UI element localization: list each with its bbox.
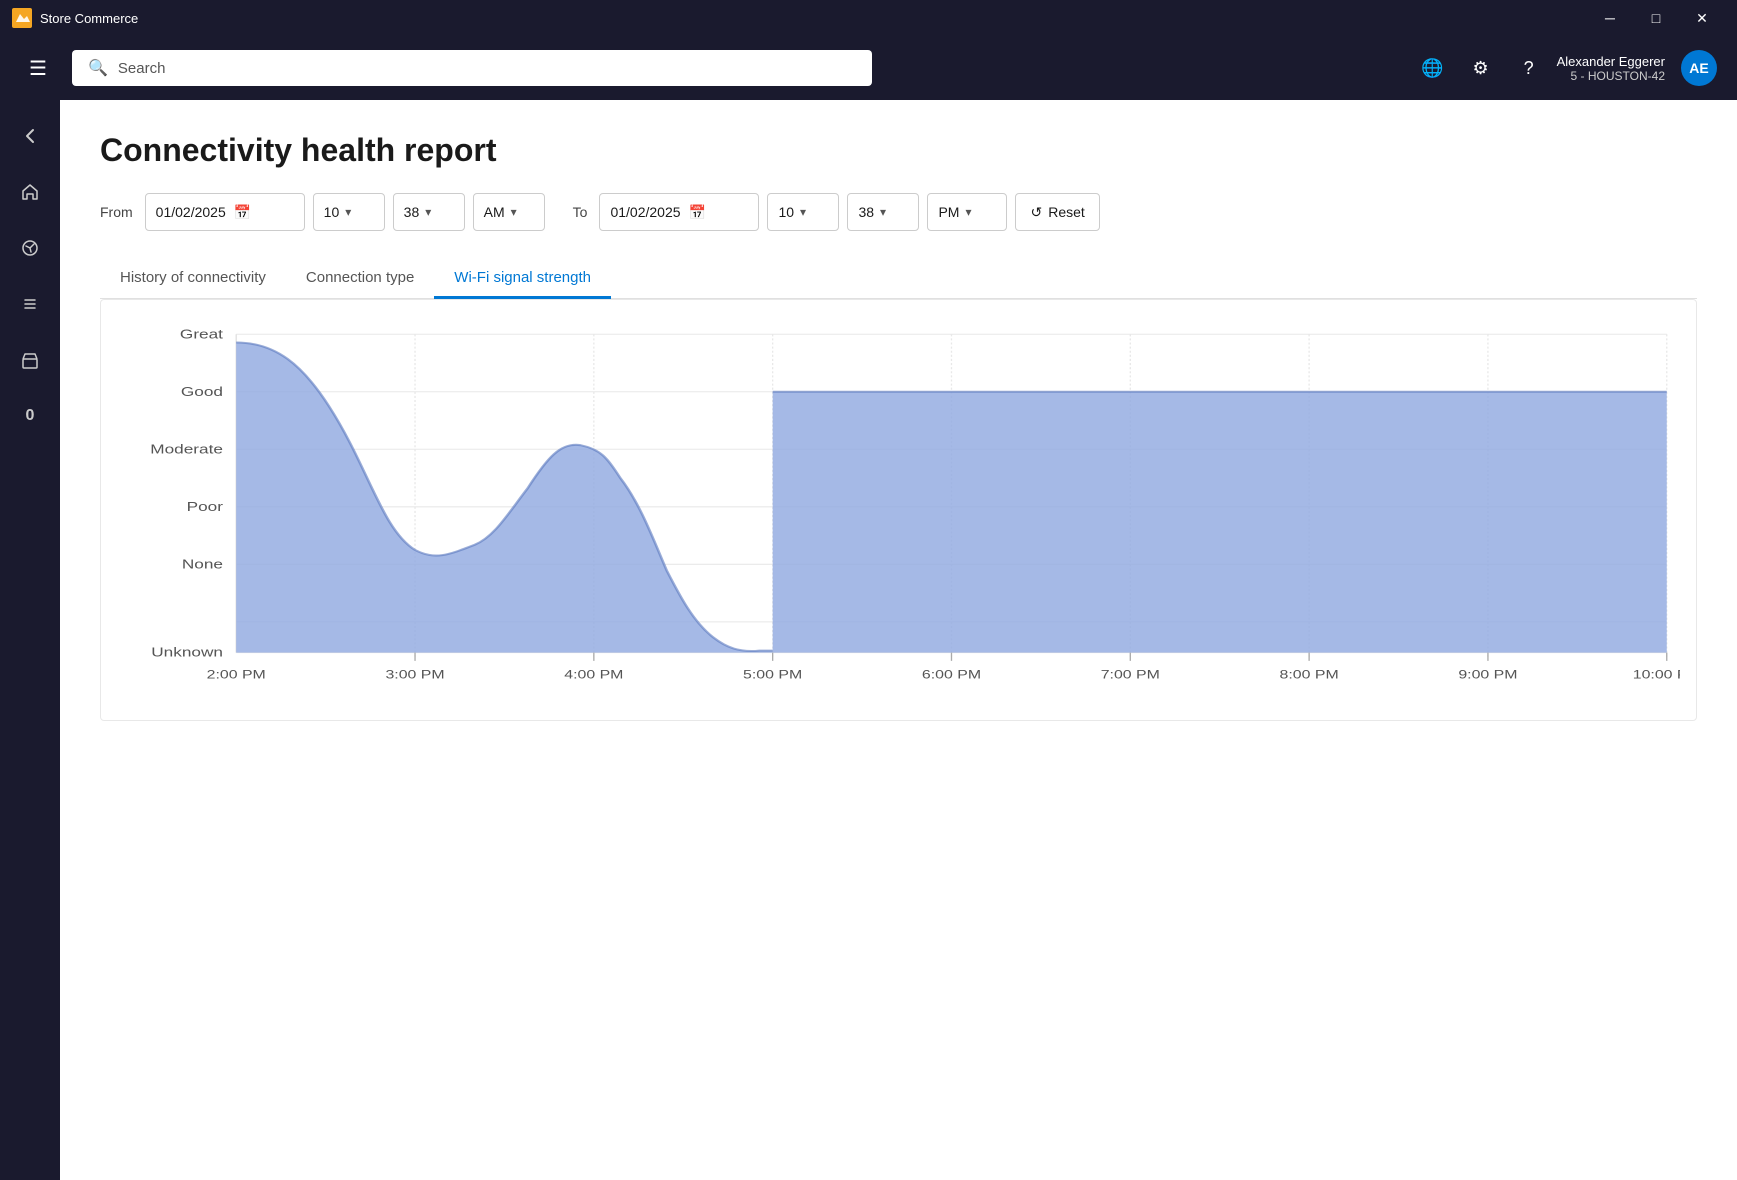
wifi-chart: Great Good Moderate Poor None Unknown [117, 324, 1680, 704]
tab-connection-label: Connection type [306, 269, 414, 286]
svg-text:Good: Good [181, 385, 223, 400]
to-min-value: 38 [858, 204, 874, 220]
svg-text:6:00 PM: 6:00 PM [922, 668, 981, 682]
from-hour-select[interactable]: 10 ▾ [313, 193, 385, 231]
top-bar-actions: 🌐 ⚙ ? Alexander Eggerer 5 - HOUSTON-42 A… [1413, 48, 1717, 88]
svg-text:Poor: Poor [187, 500, 223, 515]
tabs: History of connectivity Connection type … [100, 259, 1697, 299]
avatar[interactable]: AE [1681, 50, 1717, 86]
minimize-button[interactable]: ─ [1587, 0, 1633, 36]
search-placeholder: Search [118, 60, 856, 77]
settings-button[interactable]: ⚙ [1461, 48, 1501, 88]
title-bar: Store Commerce ─ □ ✕ [0, 0, 1737, 36]
sidebar-item-home[interactable] [6, 168, 54, 216]
svg-text:Unknown: Unknown [151, 645, 223, 660]
svg-text:Moderate: Moderate [150, 442, 223, 457]
hamburger-button[interactable]: ☰ [20, 50, 56, 86]
svg-text:7:00 PM: 7:00 PM [1101, 668, 1160, 682]
from-min-value: 38 [404, 204, 420, 220]
from-label: From [100, 204, 133, 220]
tab-history[interactable]: History of connectivity [100, 259, 286, 299]
help-button[interactable]: ? [1509, 48, 1549, 88]
user-name: Alexander Eggerer [1557, 54, 1665, 69]
tab-connection[interactable]: Connection type [286, 259, 434, 299]
globe-button[interactable]: 🌐 [1413, 48, 1453, 88]
app-logo [12, 8, 32, 28]
from-hour-chevron: ▾ [345, 205, 351, 219]
sidebar: 0 [0, 100, 60, 1180]
svg-text:10:00 PM: 10:00 PM [1633, 668, 1680, 682]
from-date-value: 01/02/2025 [156, 204, 226, 220]
tab-history-label: History of connectivity [120, 269, 266, 286]
to-label: To [573, 204, 588, 220]
content-area: Connectivity health report From 01/02/20… [60, 100, 1737, 1180]
from-min-chevron: ▾ [425, 205, 431, 219]
from-ampm-chevron: ▾ [511, 205, 517, 219]
from-ampm-select[interactable]: AM ▾ [473, 193, 545, 231]
svg-text:9:00 PM: 9:00 PM [1458, 668, 1517, 682]
app-shell: ☰ 🔍 Search 🌐 ⚙ ? Alexander Eggerer 5 - H… [0, 36, 1737, 1180]
search-icon: 🔍 [88, 58, 108, 78]
sidebar-item-list[interactable] [6, 280, 54, 328]
page-title: Connectivity health report [100, 132, 1697, 169]
from-min-select[interactable]: 38 ▾ [393, 193, 465, 231]
svg-text:3:00 PM: 3:00 PM [385, 668, 444, 682]
svg-text:5:00 PM: 5:00 PM [743, 668, 802, 682]
from-ampm-value: AM [484, 204, 505, 220]
svg-text:2:00 PM: 2:00 PM [207, 668, 266, 682]
to-ampm-chevron: ▾ [965, 205, 971, 219]
main-area: 0 Connectivity health report From 01/02/… [0, 100, 1737, 1180]
reset-label: Reset [1048, 204, 1085, 220]
from-date-icon: 📅 [234, 204, 251, 221]
svg-text:4:00 PM: 4:00 PM [564, 668, 623, 682]
sidebar-item-store[interactable] [6, 336, 54, 384]
user-info: Alexander Eggerer 5 - HOUSTON-42 [1557, 54, 1665, 83]
to-hour-chevron: ▾ [800, 205, 806, 219]
sidebar-item-analytics[interactable] [6, 224, 54, 272]
to-date-input[interactable]: 01/02/2025 📅 [599, 193, 759, 231]
from-date-input[interactable]: 01/02/2025 📅 [145, 193, 305, 231]
to-hour-select[interactable]: 10 ▾ [767, 193, 839, 231]
chart-container: Great Good Moderate Poor None Unknown [100, 299, 1697, 721]
reset-button[interactable]: ↺ Reset [1015, 193, 1099, 231]
to-date-icon: 📅 [689, 204, 706, 221]
reset-icon: ↺ [1030, 204, 1042, 221]
svg-text:None: None [182, 557, 223, 572]
to-min-select[interactable]: 38 ▾ [847, 193, 919, 231]
close-button[interactable]: ✕ [1679, 0, 1725, 36]
window-controls: ─ □ ✕ [1587, 0, 1725, 36]
tab-wifi[interactable]: Wi-Fi signal strength [434, 259, 611, 299]
svg-text:Great: Great [180, 327, 224, 342]
to-ampm-value: PM [938, 204, 959, 220]
to-hour-value: 10 [778, 204, 794, 220]
filter-row: From 01/02/2025 📅 10 ▾ 38 ▾ AM ▾ To [100, 193, 1697, 231]
chart-area: Great Good Moderate Poor None Unknown [117, 324, 1680, 704]
sidebar-zero-label: 0 [26, 407, 35, 425]
app-title: Store Commerce [40, 11, 1587, 26]
to-ampm-select[interactable]: PM ▾ [927, 193, 1007, 231]
to-date-value: 01/02/2025 [610, 204, 680, 220]
sidebar-item-back[interactable] [6, 112, 54, 160]
user-store: 5 - HOUSTON-42 [1571, 69, 1665, 83]
from-hour-value: 10 [324, 204, 340, 220]
top-bar: ☰ 🔍 Search 🌐 ⚙ ? Alexander Eggerer 5 - H… [0, 36, 1737, 100]
search-bar[interactable]: 🔍 Search [72, 50, 872, 86]
tab-wifi-label: Wi-Fi signal strength [454, 269, 591, 286]
maximize-button[interactable]: □ [1633, 0, 1679, 36]
sidebar-item-zero[interactable]: 0 [6, 392, 54, 440]
to-min-chevron: ▾ [880, 205, 886, 219]
svg-text:8:00 PM: 8:00 PM [1280, 668, 1339, 682]
